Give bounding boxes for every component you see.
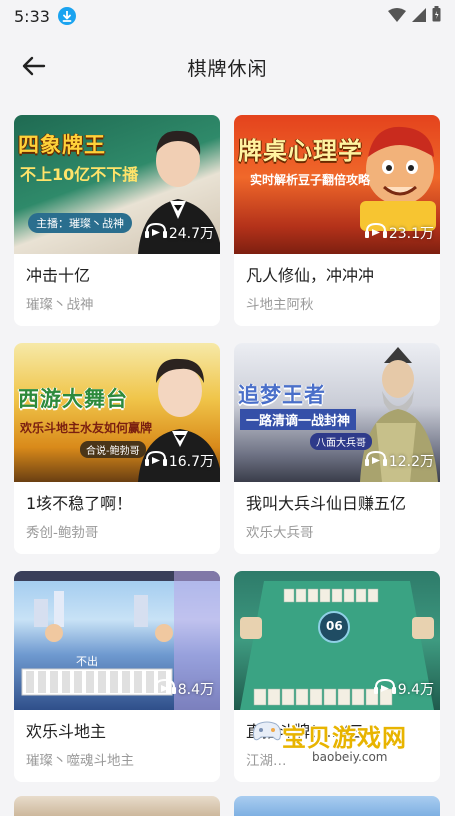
thumbnail-title: 牌桌心理学 (238, 137, 363, 165)
play-count-icon (144, 222, 167, 244)
video-card[interactable]: 不出 8.4万 欢乐斗地主 璀璨丶噬魂斗地主 (14, 571, 220, 782)
header: 棋牌休闲 (0, 40, 455, 94)
video-grid: 四象牌王 不上10亿不下播 主播：璀璨丶战神 24.7万 冲击十亿 璀璨丶战神 (14, 115, 441, 782)
video-thumbnail: 06 9.4万 (234, 571, 440, 710)
video-card[interactable]: 四象牌王 不上10亿不下播 主播：璀璨丶战神 24.7万 冲击十亿 璀璨丶战神 (14, 115, 220, 326)
play-count-icon (364, 450, 387, 472)
play-count-icon (144, 450, 167, 472)
status-time: 5:33 (14, 6, 50, 26)
play-count-icon (153, 678, 176, 700)
video-thumbnail: 追梦王者 一路清谪一战封神 八面大兵哥 12.2万 (234, 343, 440, 482)
thumbnail-tag: 合说-鲍勃哥 (80, 441, 146, 458)
thumbnail-subtitle: 不上10亿不下播 (20, 165, 139, 184)
wifi-icon (388, 7, 406, 26)
watermark-url: baobeiy.com (312, 750, 388, 764)
thumbnail-subtitle: 欢乐斗地主水友如何赢牌 (20, 421, 153, 435)
video-thumbnail: 牌桌心理学 实时解析豆子翻倍攻略 23.1万 (234, 115, 440, 254)
card-title: 冲击十亿 (26, 266, 91, 285)
play-count: 23.1万 (364, 222, 434, 244)
card-title: 我叫大兵斗仙日赚五亿 (246, 494, 407, 513)
card-title: 欢乐斗地主 (26, 722, 107, 741)
thumbnail-subtitle: 实时解析豆子翻倍攻略 (250, 173, 371, 187)
video-thumbnail: 不出 8.4万 (14, 571, 220, 710)
play-count-text: 9.4万 (397, 682, 434, 698)
thumbnail-center-text: 06 (326, 619, 343, 633)
play-count: 9.4万 (373, 678, 434, 700)
thumbnail-title: 四象牌王 (18, 133, 106, 157)
signal-icon (412, 7, 426, 26)
back-button[interactable] (18, 52, 50, 84)
page-title: 棋牌休闲 (187, 57, 268, 80)
download-icon (57, 7, 76, 25)
battery-icon (432, 6, 441, 26)
play-count-text: 8.4万 (177, 682, 214, 698)
play-count: 8.4万 (153, 678, 214, 700)
card-author: 斗地主阿秋 (246, 297, 314, 313)
play-count-text: 23.1万 (388, 226, 434, 242)
video-thumbnail: 西游大舞台 欢乐斗地主水友如何赢牌 合说-鲍勃哥 16.7万 (14, 343, 220, 482)
thumbnail-title: 追梦王者 (238, 383, 326, 407)
status-left: 5:33 (14, 7, 76, 26)
play-count: 16.7万 (144, 450, 214, 472)
thumbnail-tag: 主播：璀璨丶战神 (28, 213, 132, 233)
video-card[interactable]: 西游大舞台 欢乐斗地主水友如何赢牌 合说-鲍勃哥 16.7万 1垓不稳了啊！ 秀… (14, 343, 220, 554)
card-author: 璀璨丶噬魂斗地主 (26, 753, 134, 769)
play-count-text: 24.7万 (168, 226, 214, 242)
play-count-icon (364, 222, 387, 244)
thumbnail-center-text: 不出 (76, 655, 98, 668)
card-title: 1垓不稳了啊！ (26, 494, 133, 513)
thumbnail-subtitle: 一路清谪一战封神 (240, 409, 357, 430)
watermark-text: 宝贝游戏网 (282, 724, 407, 752)
card-author: 璀璨丶战神 (26, 297, 94, 313)
video-thumbnail: 四象牌王 不上10亿不下播 主播：璀璨丶战神 24.7万 (14, 115, 220, 254)
play-count: 12.2万 (364, 450, 434, 472)
card-author: 欢乐大兵哥 (246, 525, 314, 541)
gamepad-icon (252, 720, 282, 746)
card-info: 1垓不稳了啊！ 秀创-鲍勃哥 (14, 482, 220, 541)
card-author: 秀创-鲍勃哥 (26, 525, 99, 541)
card-info: 凡人修仙，冲冲冲 斗地主阿秋 (234, 254, 440, 313)
video-card[interactable]: 牌桌心理学 实时解析豆子翻倍攻略 23.1万 凡人修仙，冲冲冲 斗地主阿秋 (234, 115, 440, 326)
card-title: 凡人修仙，冲冲冲 (246, 266, 375, 285)
play-count-icon (373, 678, 396, 700)
video-card-partial[interactable] (234, 796, 440, 816)
watermark: 宝贝游戏网 baobeiy.com (253, 718, 428, 772)
video-card[interactable]: 追梦王者 一路清谪一战封神 八面大兵哥 12.2万 我叫大兵斗仙日赚五亿 欢乐大… (234, 343, 440, 554)
status-right (388, 6, 441, 26)
card-info: 欢乐斗地主 璀璨丶噬魂斗地主 (14, 710, 220, 769)
video-card-partial[interactable] (14, 796, 220, 816)
play-count-text: 12.2万 (388, 454, 434, 470)
card-info: 冲击十亿 璀璨丶战神 (14, 254, 220, 313)
card-info: 我叫大兵斗仙日赚五亿 欢乐大兵哥 (234, 482, 440, 541)
play-count: 24.7万 (144, 222, 214, 244)
thumbnail-tag: 八面大兵哥 (310, 433, 372, 450)
thumbnail-title: 西游大舞台 (18, 387, 128, 411)
status-bar: 5:33 (0, 0, 455, 32)
arrow-left-icon (22, 56, 46, 80)
play-count-text: 16.7万 (168, 454, 214, 470)
